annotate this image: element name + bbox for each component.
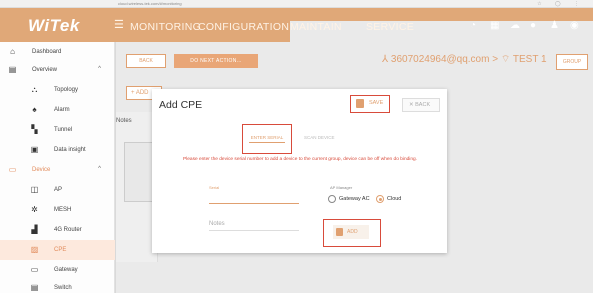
- chevron-right-icon: >: [492, 54, 499, 65]
- toolbar: BACK DO NEXT ACTION... ⅄ 3607024964@qq.c…: [116, 42, 593, 80]
- cpe-device-card[interactable]: [124, 142, 154, 202]
- gateway-ac-label[interactable]: Gateway AC: [339, 196, 370, 202]
- cloud-radio[interactable]: [376, 195, 384, 203]
- close-icon: ✕: [409, 102, 414, 108]
- account-icon[interactable]: ◉: [570, 20, 579, 31]
- home-icon: ⌂: [10, 47, 15, 56]
- nav-configuration[interactable]: CONFIGURATION: [198, 21, 289, 33]
- sidebar-item-topology[interactable]: ⛬ Topology: [0, 80, 115, 100]
- sidebar-item-label: Alarm: [54, 107, 70, 113]
- sidebar-item-ap[interactable]: ◫ AP: [0, 180, 115, 200]
- page: cloud.wireless-tek.com/#/monitoring ☆ ◯ …: [0, 0, 593, 293]
- sidebar-item-tunnel[interactable]: ▚ Tunnel: [0, 120, 115, 140]
- sidebar-item-alarm[interactable]: ♠ Alarm: [0, 100, 115, 120]
- sidebar-item-gateway[interactable]: ▭ Gateway: [0, 260, 115, 280]
- sidebar-item-label: MESH: [54, 207, 72, 213]
- notes-input-underline: [209, 230, 299, 231]
- nav-monitoring[interactable]: MONITORING: [130, 21, 201, 33]
- background-notes-label: Notes: [116, 118, 132, 124]
- ap-icon: ◫: [30, 185, 39, 194]
- chart-icon: ▣: [30, 145, 39, 154]
- browser-bar: cloud.wireless-tek.com/#/monitoring ☆ ◯ …: [0, 0, 593, 8]
- account-group-info[interactable]: ⅄ 3607024964@qq.com > ⌔ TEST 1: [382, 53, 547, 66]
- management-label: AP Manager: [330, 185, 353, 190]
- cloud-label[interactable]: Cloud: [387, 196, 401, 202]
- sidebar-item-mesh[interactable]: ✲ MESH: [0, 200, 115, 220]
- group-name: TEST 1: [512, 54, 547, 65]
- add-button-highlight: ADD: [323, 219, 381, 247]
- router-icon: ▟: [31, 225, 38, 234]
- cloud-icon[interactable]: ☁: [510, 20, 520, 31]
- chevron-up-icon: ^: [98, 166, 101, 172]
- gateway-icon: ▭: [30, 265, 39, 274]
- sidebar: ⌂ Dashboard ▤ Overview ^ ⛬ Topology ♠ Al…: [0, 42, 115, 293]
- cpe-icon: ▨: [30, 245, 39, 254]
- menu-icon[interactable]: ☰: [114, 18, 124, 31]
- sidebar-item-label: Gateway: [54, 267, 78, 273]
- save-icon: [356, 99, 364, 108]
- nav-service[interactable]: SERVICE: [366, 21, 414, 33]
- back-button[interactable]: BACK: [126, 54, 166, 68]
- sidebar-item-label: Device: [32, 167, 51, 173]
- add-cpe-dialog: Add CPE SAVE ✕ BACK ENTER SERIAL SCAN DE…: [152, 89, 447, 253]
- add-button[interactable]: ADD: [333, 225, 369, 239]
- dialog-back-label: BACK: [415, 102, 431, 108]
- sidebar-item-dashboard[interactable]: ⌂ Dashboard: [0, 42, 115, 62]
- brand-logo[interactable]: WiTek: [28, 16, 80, 36]
- sidebar-item-device[interactable]: ▭ Device ^: [0, 160, 115, 180]
- instructions-text: Please enter the device serial number to…: [182, 157, 418, 162]
- group-tree-icon: ⅄: [382, 54, 389, 65]
- gateway-ac-radio[interactable]: [328, 195, 336, 203]
- sidebar-item-label: Overview: [32, 67, 58, 73]
- sidebar-item-switch[interactable]: ▤ Switch: [0, 278, 115, 293]
- save-icon: [336, 228, 343, 236]
- browser-url[interactable]: cloud.wireless-tek.com/#/monitoring: [118, 1, 182, 6]
- user-icon[interactable]: ♟: [550, 20, 559, 31]
- sidebar-item-label: 4G Router: [54, 227, 82, 233]
- sidebar-item-label: Topology: [54, 87, 79, 93]
- serial-field-label: Serial: [209, 185, 220, 190]
- notes-input[interactable]: Notes: [209, 221, 225, 227]
- sidebar-item-label: Dashboard: [32, 49, 62, 55]
- mesh-icon: ✲: [31, 205, 38, 214]
- sidebar-item-label: Switch: [54, 285, 72, 291]
- switch-icon: ▤: [30, 283, 39, 292]
- location-icon[interactable]: ●: [530, 20, 536, 31]
- sidebar-item-label: Tunnel: [54, 127, 73, 133]
- grid-icon[interactable]: ▦: [490, 20, 499, 31]
- sidebar-item-overview[interactable]: ▤ Overview ^: [0, 60, 115, 80]
- wifi-icon: ⌔: [500, 54, 511, 65]
- tab-scan-device[interactable]: SCAN DEVICE: [304, 135, 335, 140]
- save-button[interactable]: SAVE: [350, 95, 390, 113]
- notification-icon[interactable]: ◔: [470, 20, 476, 31]
- sidebar-item-label: Data insight: [54, 147, 86, 153]
- sidebar-item-data-insight[interactable]: ▣ Data insight: [0, 140, 115, 160]
- serial-input-underline: [209, 203, 299, 204]
- top-header: WiTek ☰ MONITORING CONFIGURATION MAINTAI…: [0, 8, 593, 272]
- sidebar-item-label: CPE: [54, 247, 67, 253]
- tab-enter-serial[interactable]: ENTER SERIAL: [242, 124, 292, 154]
- browser-toolbar-icons[interactable]: ☆ ◯ ⋮: [537, 1, 585, 7]
- bell-icon: ♠: [32, 105, 37, 114]
- sidebar-item-cpe[interactable]: ▨ CPE: [0, 240, 115, 260]
- dialog-back-button[interactable]: ✕ BACK: [402, 98, 440, 112]
- add-button-label: ADD: [347, 229, 358, 235]
- account-email: 3607024964@qq.com: [390, 54, 490, 65]
- overview-icon: ▤: [8, 65, 17, 74]
- chevron-up-icon: ^: [98, 66, 101, 72]
- dialog-tabs: ENTER SERIAL SCAN DEVICE: [152, 121, 447, 154]
- topology-icon: ⛬: [31, 85, 38, 94]
- tunnel-icon: ▚: [31, 125, 38, 134]
- save-button-label: SAVE: [369, 100, 384, 106]
- next-action-button[interactable]: DO NEXT ACTION...: [174, 54, 258, 68]
- sidebar-item-4g-router[interactable]: ▟ 4G Router: [0, 220, 115, 240]
- sidebar-item-label: AP: [54, 187, 63, 193]
- device-icon: ▭: [8, 165, 17, 174]
- group-button[interactable]: GROUP: [556, 54, 588, 70]
- dialog-title: Add CPE: [159, 99, 203, 111]
